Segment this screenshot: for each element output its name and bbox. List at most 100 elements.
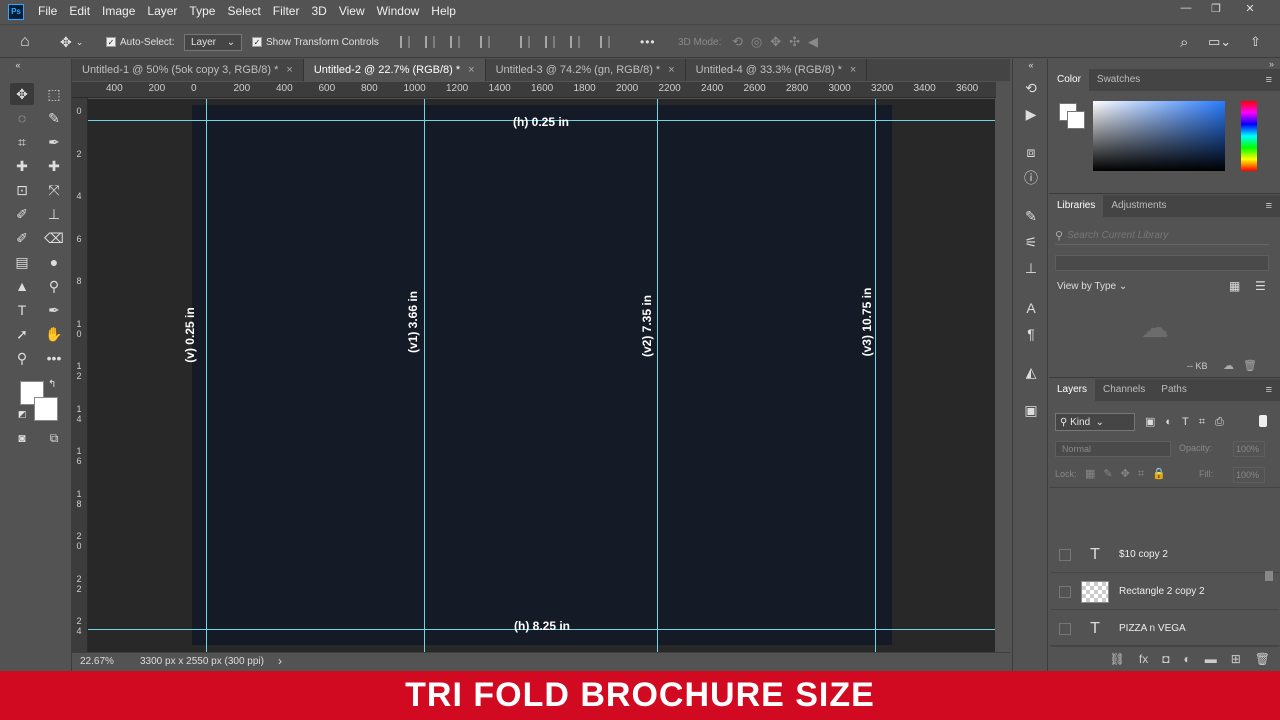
menu-filter[interactable]: Filter — [267, 0, 306, 23]
auto-select-dropdown[interactable]: Layer ⌄ — [184, 25, 243, 59]
paragraph-panel-icon[interactable]: ¶ — [1022, 325, 1040, 343]
tab-libraries[interactable]: Libraries — [1049, 195, 1104, 217]
library-dropdown[interactable] — [1055, 255, 1269, 271]
home-icon[interactable]: ⌂ — [20, 25, 30, 59]
glyphs-panel-icon[interactable]: ◭ — [1022, 363, 1040, 381]
blend-mode-dropdown[interactable]: Normal — [1055, 441, 1171, 457]
more-tools-icon[interactable]: ••• — [42, 347, 66, 369]
distribute-vertical-icon[interactable] — [600, 25, 610, 59]
tab-untitled-4[interactable]: Untitled-4 @ 33.3% (RGB/8) * × — [685, 59, 868, 81]
crop-tool-icon[interactable]: ⌗ — [10, 131, 34, 153]
guide-vertical-v2[interactable] — [657, 99, 658, 652]
menu-type[interactable]: Type — [183, 0, 221, 23]
collapse-icon[interactable]: « — [1022, 59, 1040, 71]
3d-panel-icon[interactable]: ⧈ — [1022, 143, 1040, 161]
magic-wand-icon[interactable]: ✎ — [42, 107, 66, 129]
zoom-tool-icon[interactable]: ⚲ — [10, 347, 34, 369]
menu-select[interactable]: Select — [221, 0, 266, 23]
opacity-input[interactable]: 100% — [1233, 441, 1265, 457]
menu-layer[interactable]: Layer — [141, 0, 183, 23]
layer-row[interactable]: T PIZZA n VEGA — [1051, 611, 1279, 647]
restore-button[interactable]: ❐ — [1202, 0, 1230, 16]
tab-layers[interactable]: Layers — [1049, 379, 1096, 401]
document-canvas[interactable] — [192, 105, 892, 645]
screen-mode-icon[interactable]: ⧉ — [42, 427, 66, 449]
tab-untitled-3[interactable]: Untitled-3 @ 74.2% (gn, RGB/8) * × — [485, 59, 686, 81]
align-right-icon[interactable] — [450, 25, 460, 59]
hand-tool-icon[interactable]: ✋ — [42, 323, 66, 345]
swap-colors-icon[interactable]: ↰ — [48, 379, 56, 390]
info-panel-icon[interactable]: ⓘ — [1022, 169, 1040, 187]
cloud-sync-icon[interactable]: ☁ — [1223, 359, 1234, 372]
menu-edit[interactable]: Edit — [63, 0, 96, 23]
close-tab-icon[interactable]: × — [468, 64, 474, 76]
show-transform-checkbox[interactable]: ✓ Show Transform Controls — [252, 25, 379, 59]
auto-select-checkbox[interactable]: ✓ Auto-Select: — [106, 25, 174, 59]
list-view-icon[interactable]: ☰ — [1255, 279, 1266, 293]
menu-view[interactable]: View — [333, 0, 371, 23]
tab-paths[interactable]: Paths — [1153, 379, 1195, 401]
close-window-button[interactable]: ✕ — [1236, 0, 1264, 16]
align-middle-icon[interactable] — [545, 25, 555, 59]
menu-3d[interactable]: 3D — [305, 0, 332, 23]
character-panel-icon[interactable]: A — [1022, 299, 1040, 317]
tab-channels[interactable]: Channels — [1095, 379, 1153, 401]
horizontal-ruler[interactable]: 400 200 0 200 400 600 800 1000 1200 1400 1600 1800 2… — [72, 82, 996, 98]
panel-menu-icon[interactable]: ≡ — [1266, 384, 1272, 396]
link-layers-icon[interactable]: ⛓ — [1110, 652, 1125, 666]
vertical-ruler[interactable]: 0 2 4 6 8 1 0 1 2 1 4 1 6 1 8 2 0 2 2 2 4 — [72, 98, 88, 652]
layer-row[interactable]: T $10 copy 2 — [1051, 537, 1279, 573]
trash-icon[interactable]: 🗑 — [1243, 359, 1257, 372]
guide-vertical-v1[interactable] — [424, 99, 425, 652]
guide-vertical-v[interactable] — [206, 99, 207, 652]
tab-color[interactable]: Color — [1049, 69, 1089, 91]
brushes-panel-icon[interactable]: ⚟ — [1022, 233, 1040, 251]
hue-slider[interactable] — [1241, 101, 1257, 171]
close-tab-icon[interactable]: × — [286, 64, 292, 76]
align-left-icon[interactable] — [400, 25, 410, 59]
status-menu-arrow[interactable]: › — [278, 654, 282, 668]
view-by-type-dropdown[interactable]: View by Type ⌄ — [1057, 281, 1127, 292]
gradient-tool-icon[interactable]: ▤ — [10, 251, 34, 273]
panel-menu-icon[interactable]: ≡ — [1266, 200, 1272, 212]
tab-untitled-1[interactable]: Untitled-1 @ 50% (5ok copy 3, RGB/8) * × — [72, 59, 304, 81]
workspace-icon[interactable]: ▭⌄ — [1208, 25, 1231, 59]
burn-tool-icon[interactable]: ⚲ — [42, 275, 66, 297]
menu-help[interactable]: Help — [425, 0, 462, 23]
delete-layer-icon[interactable]: 🗑 — [1255, 652, 1270, 666]
adjustment-layer-icon[interactable]: ◐ — [1183, 652, 1190, 666]
tab-swatches[interactable]: Swatches — [1089, 69, 1148, 91]
library-search-field[interactable]: ⚲ Search Current Library — [1055, 227, 1269, 245]
patch-tool-icon[interactable]: ✚ — [42, 155, 66, 177]
menu-image[interactable]: Image — [96, 0, 141, 23]
marquee-tool-icon[interactable]: ⬚ — [42, 83, 66, 105]
close-tab-icon[interactable]: × — [850, 64, 856, 76]
layers-scrollbar-thumb[interactable] — [1265, 571, 1273, 581]
eyedropper-icon[interactable]: ✒ — [42, 131, 66, 153]
collapse-panels-icon[interactable]: » — [1049, 59, 1280, 69]
share-icon[interactable]: ⇧ — [1250, 25, 1261, 59]
zoom-level[interactable]: 22.67% — [80, 656, 114, 667]
filter-toggle[interactable] — [1259, 415, 1267, 427]
close-tab-icon[interactable]: × — [668, 64, 674, 76]
visibility-toggle[interactable] — [1059, 622, 1071, 635]
quick-mask-icon[interactable]: ◙ — [10, 427, 34, 449]
align-top-icon[interactable] — [520, 25, 530, 59]
pen-tool-icon[interactable]: ✒ — [42, 299, 66, 321]
clone-source-icon[interactable]: ⊥ — [1022, 259, 1040, 277]
tab-untitled-2[interactable]: Untitled-2 @ 22.7% (RGB/8) * × — [303, 59, 486, 81]
default-colors-icon[interactable]: ◩ — [18, 409, 27, 420]
clone-stamp-icon[interactable]: ⊥ — [42, 203, 66, 225]
actions-panel-icon[interactable]: ▶ — [1022, 105, 1040, 123]
menu-window[interactable]: Window — [371, 0, 426, 23]
type-tool-icon[interactable]: T — [10, 299, 34, 321]
eraser-tool-icon[interactable]: ⌫ — [42, 227, 66, 249]
lasso-tool-icon[interactable]: ◌ — [10, 107, 34, 129]
layer-filter-icons[interactable]: ▣◐T⌗⎙ — [1145, 415, 1234, 429]
search-icon[interactable]: ⌕ — [1180, 25, 1188, 59]
color-field[interactable] — [1093, 101, 1225, 171]
guide-vertical-v3[interactable] — [875, 99, 876, 652]
collapse-icon[interactable]: « — [6, 59, 30, 71]
blur-tool-icon[interactable]: ● — [42, 251, 66, 273]
add-mask-icon[interactable]: ◘ — [1162, 652, 1169, 666]
